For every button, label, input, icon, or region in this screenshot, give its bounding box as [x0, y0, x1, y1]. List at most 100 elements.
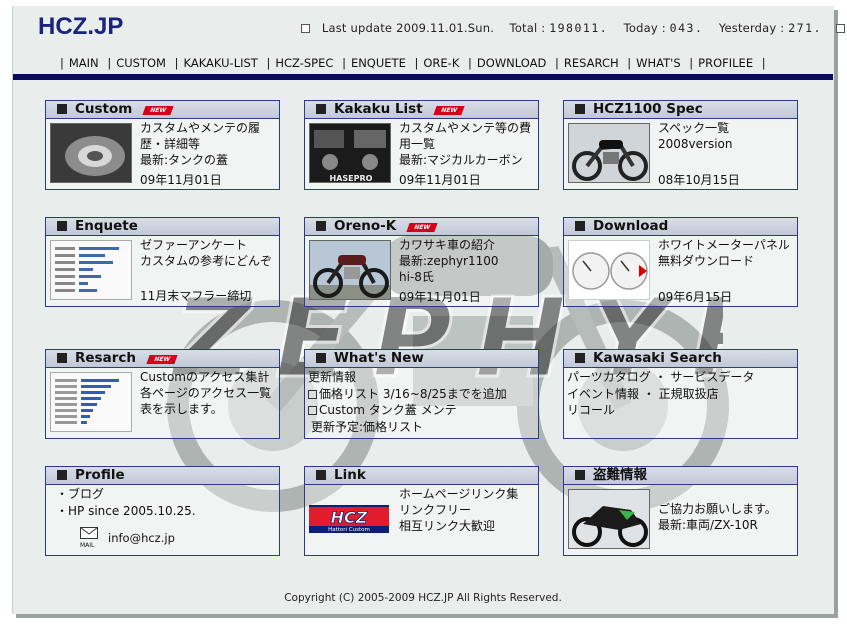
- nav-whats[interactable]: WHAT'S: [636, 56, 680, 70]
- panel-header: Profile: [46, 467, 279, 485]
- checkbox-icon: [308, 389, 317, 399]
- panel-date: 09年11月01日: [399, 290, 481, 304]
- panel-line: 歴・詳細等: [140, 137, 201, 151]
- square-bullet-icon: [301, 24, 310, 33]
- survey-chart-thumbnail[interactable]: [50, 240, 132, 300]
- nav-enquete[interactable]: ENQUETE: [351, 56, 406, 70]
- new-badge: NEW: [433, 106, 465, 115]
- panel-line: hi-8氏: [399, 270, 434, 284]
- nav-resarch[interactable]: RESARCH: [564, 56, 619, 70]
- panel-header: HCZ1100 Spec: [564, 101, 797, 119]
- main-nav: | MAIN | CUSTOM | KAKAKU-LIST | HCZ-SPEC | EN…: [60, 56, 766, 70]
- panel-title: Custom: [75, 101, 133, 117]
- square-bullet-icon: [316, 221, 326, 231]
- panel-enquete[interactable]: Enquete ゼファーアンケート カスタムの参考にどんぞ 11月末マフラー締切: [45, 217, 280, 307]
- panel-line[interactable]: Custom タンク蓋 メンテ: [319, 403, 457, 417]
- panel-link[interactable]: Link HCZ Hattori Custom ホームページリンク集 リンクフリ…: [304, 466, 539, 556]
- panel-download[interactable]: Download ホワイトメーターパネル 無料ダウンロード 09年6月15日: [563, 217, 798, 307]
- panel-header: Enquete: [46, 218, 279, 236]
- yesterday-label: Yesterday :: [718, 21, 785, 35]
- panel-line: 更新情報: [308, 370, 357, 384]
- profile-blog-link[interactable]: ・ブログ: [56, 486, 277, 503]
- kawasaki-link-line[interactable]: リコール: [567, 402, 795, 419]
- carbon-parts-thumbnail[interactable]: HASEPRO: [309, 123, 391, 183]
- zx10r-bike-thumbnail[interactable]: [568, 489, 650, 549]
- panel-profile[interactable]: Profile ・ブログ ・HP since 2005.10.25. MAIL …: [45, 466, 280, 556]
- panel-custom[interactable]: Custom NEW カスタムやメンテの履 歴・詳細等 最新:タンクの蓋 09年1…: [45, 100, 280, 190]
- panel-line: 各ページのアクセス一覧: [140, 386, 272, 400]
- custom-bike-thumbnail[interactable]: [50, 123, 132, 183]
- status-line: Last update 2009.11.01.Sun. Total : 1980…: [301, 21, 845, 35]
- square-bullet-icon: [316, 353, 326, 363]
- new-badge: NEW: [146, 355, 178, 364]
- panel-header: Kawasaki Search: [564, 350, 797, 368]
- nav-divider-bar: [13, 74, 833, 80]
- square-bullet-icon: [57, 104, 67, 114]
- panel-deadline: 11月末マフラー締切: [140, 289, 252, 303]
- banner-sub-text: Hattori Custom: [328, 527, 370, 533]
- kawasaki-link-line[interactable]: イベント情報 ・ 正規取扱店: [567, 386, 795, 403]
- panel-line: 用一覧: [399, 137, 436, 151]
- panel-title: HCZ1100 Spec: [593, 101, 703, 117]
- panel-whats-new[interactable]: What's New 更新情報 価格リスト 3/16~8/25までを追加 Cus…: [304, 349, 539, 439]
- banner-logo-text: HCZ: [331, 508, 368, 527]
- kawasaki-link-line[interactable]: パーツカタログ ・ サービスデータ: [567, 369, 795, 386]
- today-label: Today :: [623, 21, 666, 35]
- nav-hcz-spec[interactable]: HCZ-SPEC: [275, 56, 333, 70]
- panel-line: カスタムやメンテ等の費: [399, 121, 532, 135]
- square-bullet-icon: [575, 353, 585, 363]
- panel-line: 最新:zephyr1100: [399, 254, 499, 268]
- last-update-label: Last update: [321, 21, 393, 35]
- square-bullet-icon: [316, 104, 326, 114]
- panel-title: Enquete: [75, 218, 138, 234]
- hcz-banner[interactable]: HCZ Hattori Custom: [309, 505, 389, 533]
- panel-date: 09年11月01日: [140, 173, 222, 187]
- panel-oreno-k[interactable]: Oreno-K NEW カワサキ車の紹介 最新:zephyr1100 hi-8氏 …: [304, 217, 539, 307]
- panel-title: Download: [593, 218, 669, 234]
- nav-profilee[interactable]: PROFILEE: [698, 56, 753, 70]
- panel-title: Kakaku List: [334, 101, 423, 117]
- panel-kakaku-list[interactable]: Kakaku List NEW HASEPRO カスタムやメンテ等の費 用一覧 最…: [304, 100, 539, 190]
- panel-theft-info[interactable]: 盗難情報 ご協力お願いします。 最新:車両/ZX-10R: [563, 466, 798, 556]
- panel-line: 更新予定:価格リスト: [311, 419, 424, 434]
- today-counter: 043.: [669, 21, 704, 35]
- panel-header: 盗難情報: [564, 467, 797, 485]
- panel-resarch[interactable]: Resarch NEW Customのアクセス集計 各ページのアクセス一覧 表を示…: [45, 349, 280, 439]
- thumb-brand-text: HASEPRO: [330, 174, 373, 183]
- square-bullet-icon: [57, 353, 67, 363]
- panel-line: ホームページリンク集: [399, 487, 519, 501]
- access-table-thumbnail[interactable]: [50, 372, 132, 432]
- checkbox-icon: [308, 406, 317, 415]
- nav-download[interactable]: DOWNLOAD: [477, 56, 546, 70]
- panel-title: Link: [334, 467, 366, 483]
- square-bullet-icon: [57, 221, 67, 231]
- meter-panel-thumbnail[interactable]: [568, 240, 650, 300]
- panel-line: 相互リンク大歓迎: [399, 519, 496, 533]
- profile-email[interactable]: info@hcz.jp: [108, 531, 175, 545]
- panel-line: カスタムやメンテの履: [140, 121, 261, 135]
- nav-main[interactable]: MAIN: [69, 56, 99, 70]
- panel-header: Link: [305, 467, 538, 485]
- mail-icon[interactable]: MAIL: [80, 527, 98, 549]
- panel-header: Download: [564, 218, 797, 236]
- panel-line: 最新:マジカルカーボン: [399, 153, 523, 167]
- last-update-value: 2009.11.01.Sun.: [396, 21, 495, 35]
- panel-kawasaki-search[interactable]: Kawasaki Search パーツカタログ ・ サービスデータ イベント情報…: [563, 349, 798, 439]
- panel-header: Oreno-K NEW: [305, 218, 538, 236]
- panel-header: Kakaku List NEW: [305, 101, 538, 119]
- nav-custom[interactable]: CUSTOM: [116, 56, 166, 70]
- panel-line[interactable]: 価格リスト 3/16~8/25までを追加: [319, 387, 507, 401]
- square-bullet-icon: [575, 221, 585, 231]
- panel-title: Kawasaki Search: [593, 350, 722, 366]
- panel-hcz1100-spec[interactable]: HCZ1100 Spec スペック一覧 2008version 08年10月15…: [563, 100, 798, 190]
- total-label: Total :: [509, 21, 546, 35]
- kawasaki-bike-thumbnail[interactable]: [309, 240, 391, 300]
- nav-kakaku-list[interactable]: KAKAKU-LIST: [183, 56, 257, 70]
- nav-ore-k[interactable]: ORE-K: [423, 56, 459, 70]
- copyright: Copyright (C) 2005-2009 HCZ.JP All Right…: [284, 592, 562, 604]
- panel-title: What's New: [334, 350, 424, 366]
- site-logo[interactable]: HCZ.JP: [38, 13, 123, 41]
- panel-title: Oreno-K: [334, 218, 397, 234]
- zephyr-bike-thumbnail[interactable]: [568, 123, 650, 183]
- page-frame: ZEPHYR HCZ.JP Last update 2009.11.01.Sun…: [12, 6, 845, 614]
